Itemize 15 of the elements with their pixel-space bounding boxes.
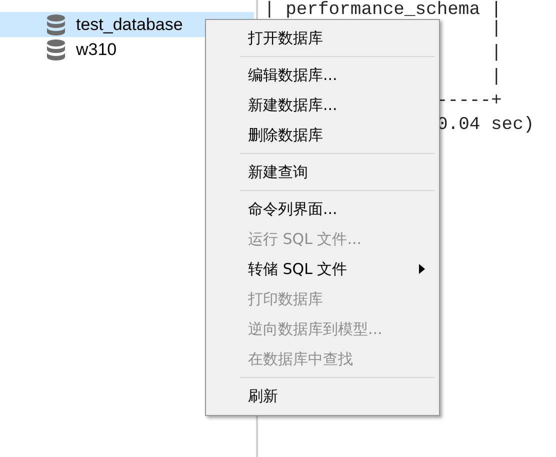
console-text: | (491, 42, 502, 65)
menu-item[interactable]: 转储 SQL 文件 (208, 254, 437, 284)
console-text: | performance_schema | (264, 3, 502, 17)
menu-item[interactable]: 命令列界面... (208, 194, 437, 224)
submenu-arrow-icon (419, 264, 425, 274)
menu-item[interactable]: 刷新 (208, 381, 437, 411)
console-text: | (491, 18, 502, 41)
menu-item[interactable]: 编辑数据库... (208, 60, 437, 90)
database-icon (47, 14, 65, 36)
menu-item[interactable]: 新建查询 (208, 157, 437, 187)
console-text: -----+ (437, 90, 502, 113)
console-text: | (491, 66, 502, 89)
database-icon (47, 38, 65, 60)
menu-item[interactable]: 新建数据库... (208, 90, 437, 120)
menu-item[interactable]: 删除数据库 (208, 120, 437, 150)
